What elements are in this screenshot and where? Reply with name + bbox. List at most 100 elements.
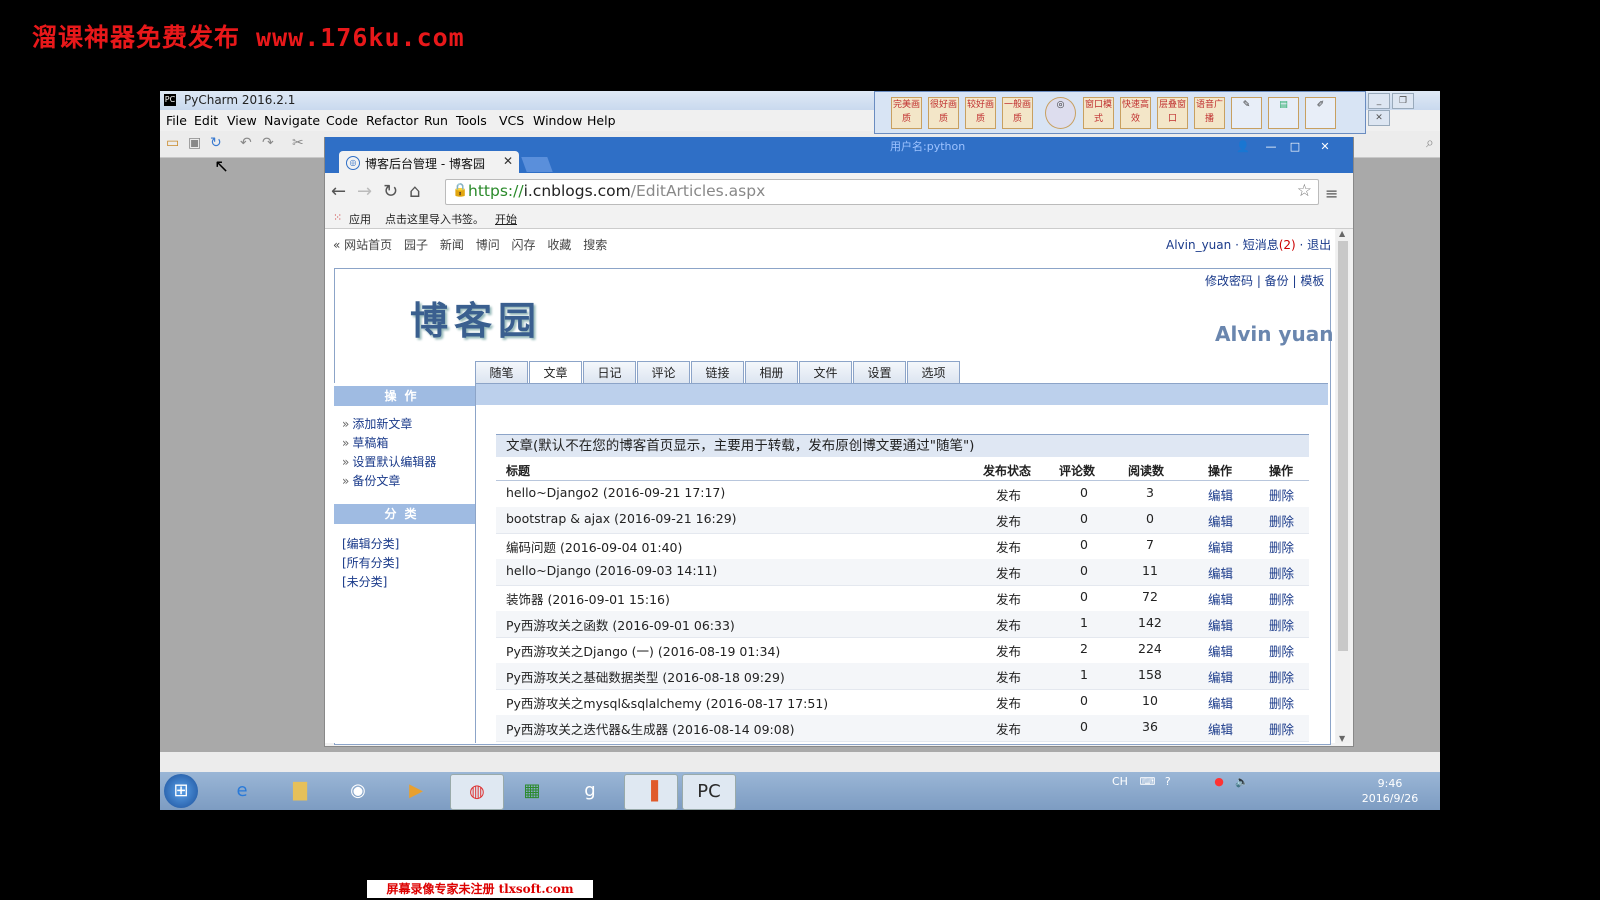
nav-ask[interactable]: 博问 <box>476 238 500 252</box>
menu-code[interactable]: Code <box>326 113 358 128</box>
undo-icon[interactable]: ↶ <box>240 135 252 151</box>
close-icon[interactable]: ✕ <box>1368 110 1390 126</box>
tab-links[interactable]: 链接 <box>691 361 744 384</box>
sidebar-item-add-article[interactable]: » 添加新文章 <box>342 415 412 432</box>
article-title[interactable]: Py西游攻关之基础数据类型 (2016-08-18 09:29) <box>506 667 785 686</box>
pen-icon[interactable]: ✎ <box>1231 97 1262 129</box>
article-title[interactable]: bootstrap & ajax (2016-09-21 16:29) <box>506 511 737 526</box>
volume-icon[interactable]: 🔈 <box>1235 775 1249 788</box>
edit-link[interactable]: 编辑 <box>1208 667 1233 686</box>
nav-news[interactable]: 新闻 <box>440 238 464 252</box>
sidebar-item-default-editor[interactable]: » 设置默认编辑器 <box>342 453 436 470</box>
fast-mode-button[interactable]: 快速高效 <box>1120 97 1151 129</box>
keyboard-icon[interactable]: ⌨ <box>1139 775 1155 788</box>
tab-close-icon[interactable]: ✕ <box>503 154 513 168</box>
article-title[interactable]: Py西游攻关之迭代器&生成器 (2016-08-14 09:08) <box>506 719 795 738</box>
sidebar-cat-all[interactable]: [所有分类] <box>342 554 399 571</box>
nav-garden[interactable]: 园子 <box>404 238 428 252</box>
edit-link[interactable]: 编辑 <box>1208 615 1233 634</box>
nav-home[interactable]: « 网站首页 <box>333 238 392 252</box>
app-g-icon[interactable]: g <box>564 774 616 808</box>
tab-diary[interactable]: 日记 <box>583 361 636 384</box>
reload-icon[interactable]: ↻ <box>383 181 398 202</box>
tab-albums[interactable]: 相册 <box>745 361 798 384</box>
menu-help[interactable]: Help <box>587 113 616 128</box>
scroll-thumb[interactable] <box>1338 241 1348 651</box>
logout-link[interactable]: 退出 <box>1307 238 1331 252</box>
tab-blog-admin[interactable]: ◎ 博客后台管理 - 博客园 ✕ <box>339 151 519 174</box>
scroll-down-icon[interactable]: ▼ <box>1339 734 1345 743</box>
article-title[interactable]: Py西游攻关之mysql&sqlalchemy (2016-08-17 17:5… <box>506 693 828 712</box>
tab-files[interactable]: 文件 <box>799 361 852 384</box>
delete-link[interactable]: 删除 <box>1269 719 1294 738</box>
tab-options[interactable]: 选项 <box>907 361 960 384</box>
sidebar-cat-uncategorized[interactable]: [未分类] <box>342 573 387 590</box>
quality-normal-button[interactable]: 一般画质 <box>1002 97 1033 129</box>
delete-link[interactable]: 删除 <box>1269 485 1294 504</box>
edit-link[interactable]: 编辑 <box>1208 641 1233 660</box>
menu-file[interactable]: File <box>166 113 187 128</box>
article-title[interactable]: Py西游攻关之函数 (2016-09-01 06:33) <box>506 615 735 634</box>
profile-icon[interactable]: 👤 <box>1232 139 1254 155</box>
menu-tools[interactable]: Tools <box>456 113 487 128</box>
quality-perfect-button[interactable]: 完美画质 <box>891 97 922 129</box>
delete-link[interactable]: 删除 <box>1269 563 1294 582</box>
bookmark-start-link[interactable]: 开始 <box>495 211 517 227</box>
redo-icon[interactable]: ↷ <box>262 135 274 151</box>
edit-icon[interactable]: ✐ <box>1305 97 1336 129</box>
delete-link[interactable]: 删除 <box>1269 667 1294 686</box>
forward-icon[interactable]: → <box>357 181 372 202</box>
edit-link[interactable]: 编辑 <box>1208 511 1233 530</box>
open-folder-icon[interactable]: ▭ <box>166 135 179 151</box>
edit-link[interactable]: 编辑 <box>1208 693 1233 712</box>
sync-icon[interactable]: ↻ <box>210 135 222 151</box>
delete-link[interactable]: 删除 <box>1269 537 1294 556</box>
sidebar-cat-edit[interactable]: [编辑分类] <box>342 535 399 552</box>
taskbar-clock[interactable]: 9:46 2016/9/26 <box>1360 776 1420 806</box>
layered-window-button[interactable]: 层叠窗口 <box>1157 97 1188 129</box>
screen-icon[interactable]: ▤ <box>1268 97 1299 129</box>
start-button[interactable]: ⊞ <box>164 774 198 808</box>
scroll-up-icon[interactable]: ▲ <box>1339 229 1345 238</box>
delete-link[interactable]: 删除 <box>1269 589 1294 608</box>
close-icon[interactable]: ✕ <box>1314 139 1336 155</box>
menu-edit[interactable]: Edit <box>194 113 218 128</box>
edit-link[interactable]: 编辑 <box>1208 485 1233 504</box>
page-scrollbar[interactable]: ▲ ▼ <box>1336 229 1350 743</box>
sidebar-item-backup[interactable]: » 备份文章 <box>342 472 400 489</box>
tab-comments[interactable]: 评论 <box>637 361 690 384</box>
article-title[interactable]: hello~Django2 (2016-09-21 17:17) <box>506 485 725 500</box>
edit-link[interactable]: 编辑 <box>1208 537 1233 556</box>
browser-icon[interactable]: ◉ <box>332 774 384 808</box>
messages-link[interactable]: 短消息 <box>1243 238 1279 252</box>
search-icon[interactable]: ⌕ <box>1426 135 1434 151</box>
media-player-icon[interactable]: ▶ <box>390 774 442 808</box>
delete-link[interactable]: 删除 <box>1269 615 1294 634</box>
minimize-icon[interactable]: — <box>1260 139 1282 155</box>
menu-window[interactable]: Window <box>533 113 582 128</box>
menu-navigate[interactable]: Navigate <box>264 113 320 128</box>
home-icon[interactable]: ⌂ <box>409 181 420 202</box>
edit-link[interactable]: 编辑 <box>1208 563 1233 582</box>
cut-icon[interactable]: ✂ <box>292 135 304 151</box>
tab-settings[interactable]: 设置 <box>853 361 906 384</box>
presentation-icon[interactable]: ▐ <box>624 774 678 810</box>
maximize-icon[interactable]: □ <box>1284 139 1306 155</box>
menu-refactor[interactable]: Refactor <box>366 113 418 128</box>
menu-run[interactable]: Run <box>424 113 448 128</box>
article-title[interactable]: 编码问题 (2016-09-04 01:40) <box>506 537 682 556</box>
bookmark-apps[interactable]: 应用 <box>349 211 371 227</box>
article-title[interactable]: 装饰器 (2016-09-01 15:16) <box>506 589 670 608</box>
address-bar[interactable]: 🔒 https://i.cnblogs.com/EditArticles.asp… <box>445 179 1319 205</box>
username-link[interactable]: Alvin_yuan <box>1166 238 1231 252</box>
article-title[interactable]: hello~Django (2016-09-03 14:11) <box>506 563 717 578</box>
window-mode-button[interactable]: 窗口模式 <box>1083 97 1114 129</box>
delete-link[interactable]: 删除 <box>1269 693 1294 712</box>
edit-link[interactable]: 编辑 <box>1208 589 1233 608</box>
recorder-app-icon[interactable]: ▦ <box>506 774 558 808</box>
nav-favorites[interactable]: 收藏 <box>547 238 571 252</box>
ie-icon[interactable]: e <box>216 774 268 808</box>
nav-search[interactable]: 搜索 <box>583 238 607 252</box>
tab-articles[interactable]: 文章 <box>529 361 582 385</box>
new-tab-button[interactable] <box>521 157 553 172</box>
